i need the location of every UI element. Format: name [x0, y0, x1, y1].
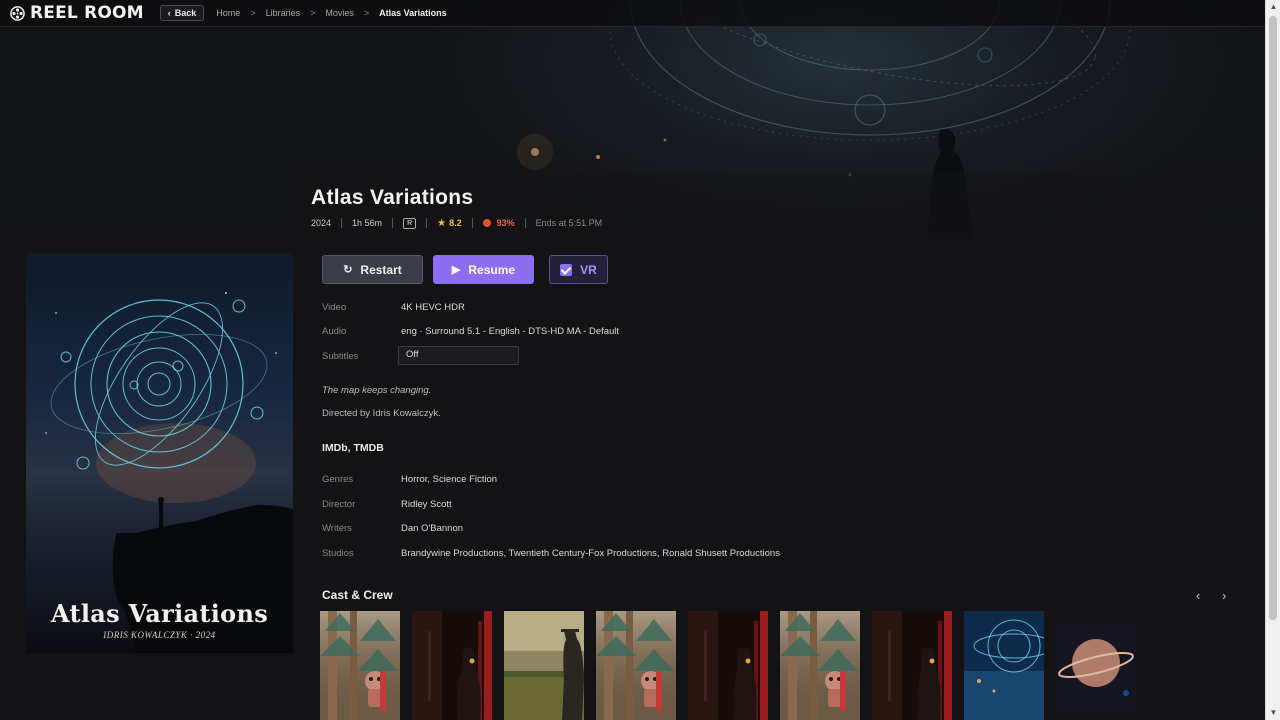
cast-card-image	[412, 611, 492, 720]
poster-subtitle: IDRIS KOWALCZYK · 2024	[103, 630, 216, 640]
restart-icon: ↻	[343, 264, 353, 276]
cast-crew-heading: Cast & Crew	[322, 588, 393, 602]
resume-label: Resume	[468, 262, 516, 277]
breadcrumb-separator: >	[310, 8, 316, 18]
checkbox-checked-icon	[560, 263, 573, 276]
critic-rating: 93%	[496, 218, 515, 228]
back-label: Back	[174, 8, 197, 18]
movie-runtime: 1h 56m	[352, 218, 383, 228]
cast-card-image	[872, 611, 952, 720]
scrollbar[interactable]: ▲ ▼	[1265, 0, 1280, 720]
tagline: The map keeps changing.	[322, 385, 432, 396]
meta-divider	[524, 218, 526, 228]
cast-card[interactable]	[412, 611, 492, 720]
logo[interactable]: REEL ROOM	[10, 3, 144, 23]
scroll-thumb[interactable]	[1269, 16, 1277, 620]
tomato-icon	[482, 219, 491, 227]
breadcrumb: Home > Libraries > Movies > Atlas Variat…	[216, 8, 446, 18]
vr-toggle[interactable]: VR	[549, 255, 608, 284]
cast-card-image	[320, 611, 400, 720]
breadcrumb-separator: >	[363, 8, 370, 18]
cast-card[interactable]	[688, 611, 768, 720]
app-page: REEL ROOM ‹ Back Home > Libraries > Movi…	[0, 0, 1280, 720]
cast-card[interactable]	[596, 611, 676, 720]
meta-divider	[392, 218, 394, 228]
restart-label: Restart	[360, 262, 402, 277]
external-links: IMDb, TMDB	[322, 442, 384, 454]
imdb-link[interactable]: IMDb	[322, 442, 348, 454]
audio-value: eng · Surround 5.1 - English - DTS-HD MA…	[401, 326, 620, 337]
film-reel-icon	[10, 5, 25, 21]
back-button[interactable]: ‹ Back	[159, 5, 205, 21]
audio-label: Audio	[322, 326, 347, 337]
breadcrumb-current: Atlas Variations	[379, 8, 447, 18]
vr-label: VR	[580, 262, 597, 277]
star-icon: ★	[437, 217, 447, 229]
cast-card[interactable]	[780, 611, 860, 720]
movie-meta: 2024 1h 56m R ★ 8.2 93% Ends at 5:51 PM	[311, 216, 602, 230]
ends-at-time: Ends at 5:51 PM	[535, 218, 603, 228]
subtitles-label: Subtitles	[322, 351, 359, 362]
breadcrumb-home[interactable]: Home	[216, 8, 240, 18]
director-label: Director	[322, 499, 356, 510]
breadcrumb-movies[interactable]: Movies	[325, 8, 354, 18]
cast-card[interactable]	[504, 611, 584, 720]
overview-text: Directed by Idris Kowalczyk.	[322, 408, 441, 419]
director-value[interactable]: Ridley Scott	[401, 499, 452, 510]
movie-title: Atlas Variations	[311, 186, 474, 209]
studios-label: Studios	[322, 548, 354, 559]
subtitles-select[interactable]: Off	[398, 346, 519, 365]
cast-card-image	[504, 611, 584, 720]
breadcrumb-separator: >	[250, 8, 256, 18]
cast-card[interactable]	[320, 611, 400, 720]
top-bar: REEL ROOM ‹ Back Home > Libraries > Movi…	[0, 0, 1265, 27]
scroll-up-icon[interactable]: ▲	[1266, 0, 1280, 14]
writers-label: Writers	[322, 523, 352, 534]
community-rating: 8.2	[449, 218, 462, 228]
cast-card[interactable]	[872, 611, 952, 720]
scroll-down-icon[interactable]: ▼	[1266, 706, 1280, 720]
cast-card[interactable]	[964, 611, 1044, 720]
cast-card-image	[1056, 611, 1136, 720]
meta-divider	[426, 218, 428, 228]
video-value: 4K HEVC HDR	[401, 302, 465, 313]
tmdb-link[interactable]: TMDB	[354, 442, 384, 454]
chevron-right-icon[interactable]: ›	[1222, 588, 1226, 603]
meta-divider	[341, 218, 343, 228]
logo-text: REEL ROOM	[30, 3, 144, 23]
cast-card-image	[688, 611, 768, 720]
genres-label: Genres	[322, 474, 354, 485]
video-label: Video	[322, 302, 347, 313]
poster-title: Atlas Variations	[50, 599, 269, 628]
official-rating-badge: R	[403, 217, 417, 229]
chevron-left-icon[interactable]: ‹	[1196, 588, 1200, 603]
play-icon: ▶	[451, 264, 461, 276]
studios-value[interactable]: Brandywine Productions, Twentieth Centur…	[401, 548, 780, 559]
breadcrumb-libraries[interactable]: Libraries	[266, 8, 301, 18]
restart-button[interactable]: ↻ Restart	[322, 255, 423, 284]
cast-card-image	[780, 611, 860, 720]
movie-year: 2024	[311, 218, 332, 228]
resume-button[interactable]: ▶ Resume	[433, 255, 534, 284]
writers-value[interactable]: Dan O'Bannon	[401, 523, 463, 534]
movie-poster[interactable]: Atlas Variations IDRIS KOWALCZYK · 2024	[26, 253, 293, 653]
genres-value[interactable]: Horror, Science Fiction	[401, 474, 497, 485]
cast-card-image	[964, 611, 1044, 720]
cast-card[interactable]	[1056, 611, 1136, 720]
meta-divider	[471, 218, 473, 228]
cast-card-image	[596, 611, 676, 720]
chevron-left-icon: ‹	[167, 8, 171, 18]
